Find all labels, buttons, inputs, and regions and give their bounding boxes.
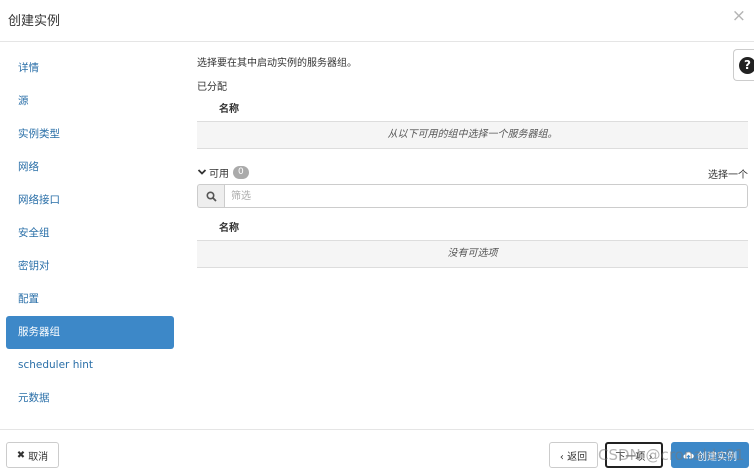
times-icon: ✖ (16, 449, 26, 461)
close-icon[interactable]: × (732, 6, 746, 26)
chevron-down-icon (197, 169, 207, 175)
question-icon: ? (739, 56, 754, 74)
allocated-title: 已分配 (197, 82, 227, 93)
sidebar-item-source[interactable]: 源 (6, 85, 174, 118)
sidebar-item-server-groups[interactable]: 服务器组 (6, 316, 174, 349)
modal-footer: ✖ 取消 ‹ 返回 下一项 › 创建实例 (0, 429, 754, 476)
filter-group (197, 184, 748, 208)
sidebar-item-metadata[interactable]: 元数据 (6, 382, 174, 415)
sidebar-item-scheduler-hint[interactable]: scheduler hint (6, 349, 174, 382)
allocated-empty-row: 从以下可用的组中选择一个服务器组。 (197, 121, 748, 149)
wizard-sidebar: 详情 源 实例类型 网络 网络接口 安全组 密钥对 配置 服务器组 schedu… (6, 52, 174, 415)
available-empty-row: 没有可选项 (197, 240, 748, 268)
sidebar-item-key-pair[interactable]: 密钥对 (6, 250, 174, 283)
step-description: 选择要在其中启动实例的服务器组。 (197, 58, 357, 69)
filter-input[interactable] (224, 184, 748, 208)
available-column-name: 名称 (219, 223, 239, 234)
select-one-hint: 选择一个 (708, 170, 748, 181)
create-instance-button[interactable]: 创建实例 (671, 442, 749, 468)
available-title: 可用 (209, 168, 229, 180)
modal-header: 创建实例 × (0, 0, 754, 42)
next-button[interactable]: 下一项 › (605, 442, 663, 468)
create-instance-label: 创建实例 (697, 451, 737, 463)
sidebar-item-network-ports[interactable]: 网络接口 (6, 184, 174, 217)
back-button[interactable]: ‹ 返回 (549, 442, 598, 468)
help-button[interactable]: ? (733, 49, 754, 81)
cancel-label: 取消 (28, 451, 49, 463)
sidebar-item-details[interactable]: 详情 (6, 52, 174, 85)
sidebar-item-flavor[interactable]: 实例类型 (6, 118, 174, 151)
search-icon (197, 184, 224, 208)
sidebar-item-networks[interactable]: 网络 (6, 151, 174, 184)
sidebar-item-security-groups[interactable]: 安全组 (6, 217, 174, 250)
cancel-button[interactable]: ✖ 取消 (6, 442, 59, 468)
cloud-upload-icon (683, 451, 694, 460)
available-count-badge: 0 (233, 165, 249, 179)
available-toggle[interactable]: 可用 0 (197, 164, 249, 180)
modal-title: 创建实例 (8, 14, 61, 29)
sidebar-item-configuration[interactable]: 配置 (6, 283, 174, 316)
allocated-column-name: 名称 (219, 104, 239, 115)
